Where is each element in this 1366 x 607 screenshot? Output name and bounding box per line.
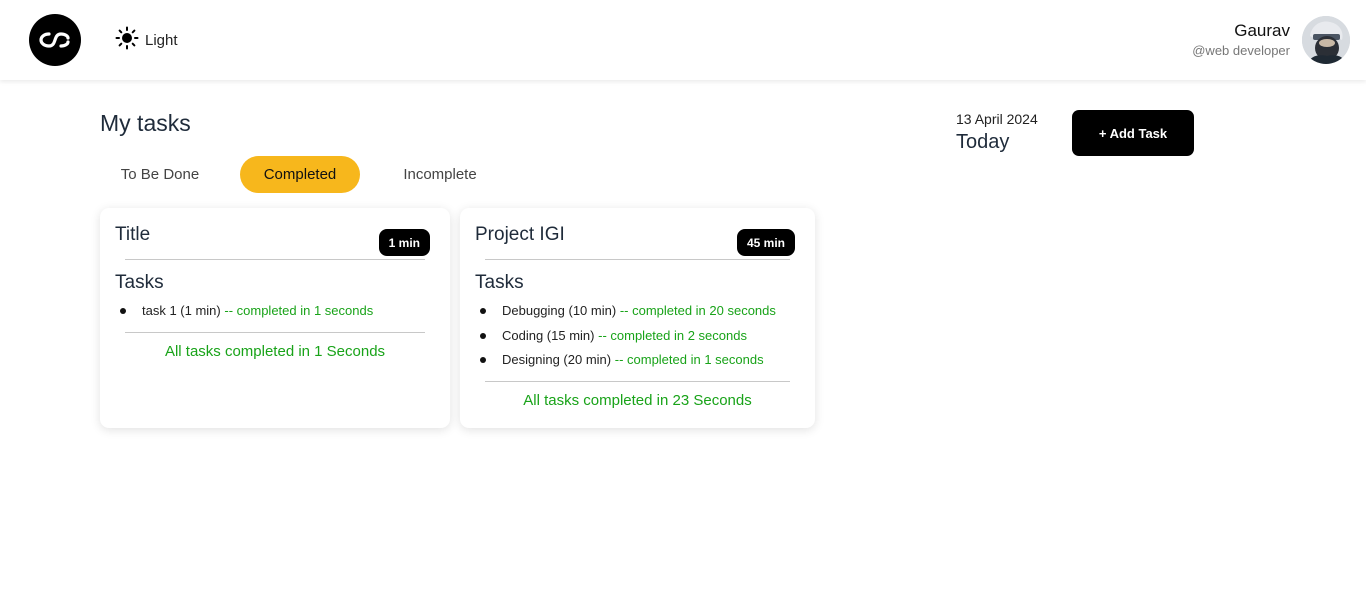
- card-title: Title: [115, 224, 151, 245]
- list-item: Designing (20 min) -- completed in 1 sec…: [475, 349, 776, 374]
- task-list: Debugging (10 min) -- completed in 20 se…: [475, 300, 776, 374]
- task-list: task 1 (1 min) -- completed in 1 seconds: [115, 300, 373, 325]
- completion-summary: All tasks completed in 1 Seconds: [164, 343, 386, 360]
- tab-incomplete[interactable]: Incomplete: [380, 156, 500, 193]
- today-label: Today: [956, 131, 1010, 153]
- bullet-icon: [480, 308, 486, 314]
- bullet-icon: [120, 308, 126, 314]
- task-status: -- completed in 2 seconds: [598, 327, 747, 343]
- bullet-icon: [480, 357, 486, 363]
- task-card[interactable]: Project IGI 45 min Tasks Debugging (10 m…: [460, 208, 815, 428]
- bullet-icon: [480, 332, 486, 339]
- tasks-heading: Tasks: [475, 272, 524, 293]
- theme-toggle[interactable]: Light: [115, 26, 178, 54]
- date-block: 13 April 2024 Today: [956, 110, 1038, 156]
- user-info: Gaurav @web developer: [1192, 20, 1290, 60]
- card-divider: [485, 259, 790, 260]
- card-divider: [485, 381, 790, 382]
- card-divider: [125, 259, 425, 260]
- current-date: 13 April 2024: [956, 111, 1038, 127]
- task-status: -- completed in 1 seconds: [224, 303, 374, 318]
- user-name: Gaurav: [1234, 21, 1290, 40]
- task-filter-tabs: To Be Done Completed Incomplete: [100, 156, 500, 193]
- add-task-button[interactable]: + Add Task: [1072, 110, 1194, 156]
- list-item: Coding (15 min) -- completed in 2 second…: [475, 325, 776, 350]
- page-title: My tasks: [100, 110, 191, 136]
- task-status: -- completed in 1 seconds: [614, 352, 764, 367]
- card-title: Project IGI: [475, 224, 565, 245]
- duration-badge: 45 min: [736, 229, 795, 256]
- sun-icon: [115, 26, 139, 54]
- completion-summary: All tasks completed in 23 Seconds: [523, 392, 752, 409]
- task-card[interactable]: Title 1 min Tasks task 1 (1 min) -- comp…: [100, 208, 450, 428]
- avatar[interactable]: [1302, 16, 1350, 64]
- app-logo-icon[interactable]: [29, 14, 81, 66]
- top-header: Light Gaurav @web developer: [0, 0, 1366, 80]
- task-name: task 1 (1 min): [142, 303, 221, 318]
- tab-to-be-done[interactable]: To Be Done: [100, 156, 220, 193]
- task-name: Coding (15 min): [502, 327, 595, 343]
- theme-label: Light: [145, 31, 178, 49]
- tasks-heading: Tasks: [115, 272, 164, 293]
- task-name: Designing (20 min): [502, 352, 612, 367]
- task-name: Debugging (10 min): [502, 303, 617, 318]
- task-status: -- completed in 20 seconds: [619, 303, 776, 318]
- list-item: Debugging (10 min) -- completed in 20 se…: [475, 300, 776, 325]
- duration-badge: 1 min: [378, 229, 430, 256]
- user-handle: @web developer: [1192, 43, 1290, 58]
- card-divider: [125, 332, 425, 333]
- list-item: task 1 (1 min) -- completed in 1 seconds: [115, 300, 373, 325]
- tab-completed[interactable]: Completed: [240, 156, 360, 193]
